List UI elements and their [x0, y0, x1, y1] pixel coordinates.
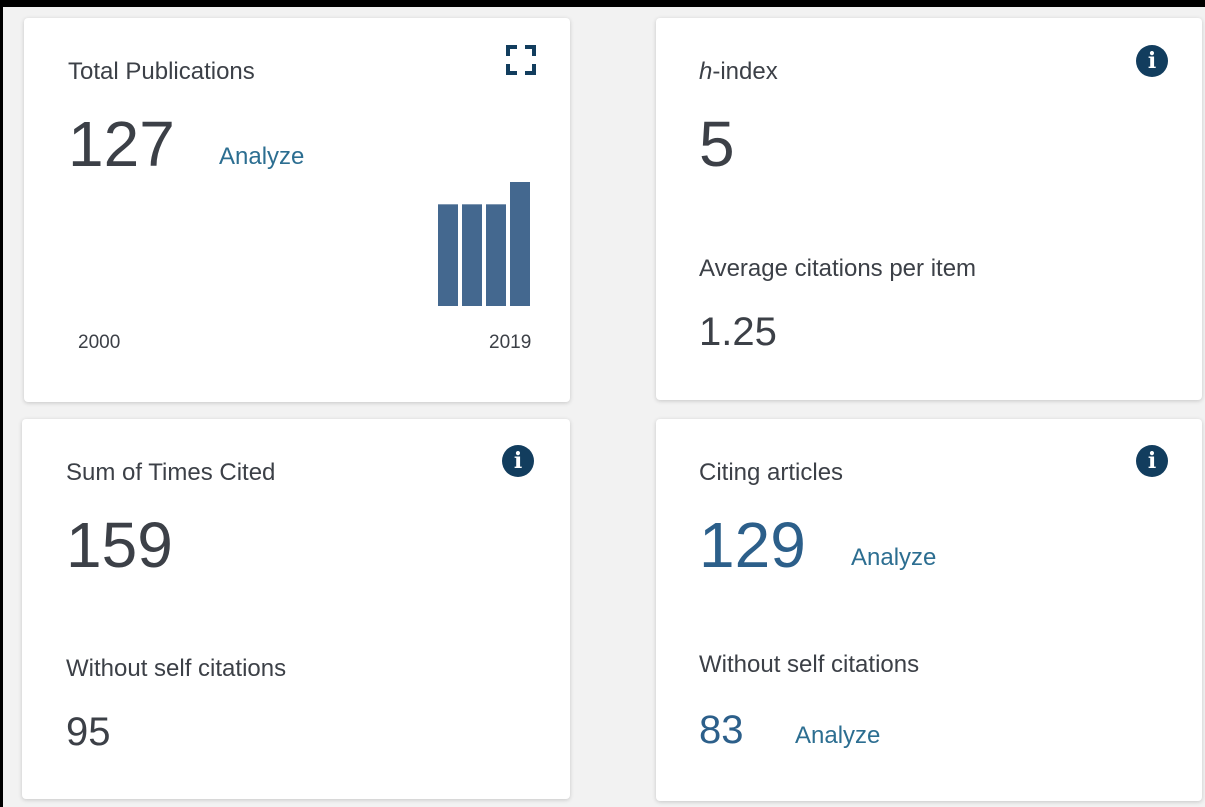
h-index-card: h-index i 5 Average citations per item 1… [656, 18, 1202, 400]
sum-times-cited-value: 159 [66, 509, 173, 581]
window-border-left [0, 0, 3, 807]
info-icon[interactable]: i [502, 445, 534, 477]
h-index-value: 5 [699, 108, 735, 180]
publication-bar [438, 204, 458, 306]
citing-articles-label: Citing articles [699, 459, 844, 486]
h-index-label: h-index [699, 58, 778, 86]
chart-end-year-label: 2019 [489, 332, 532, 353]
total-publications-label: Total Publications [68, 58, 255, 85]
h-index-label-italic: h [699, 58, 713, 85]
citing-without-self-label: Without self citations [699, 651, 920, 678]
citing-without-self-value-link[interactable]: 83 [699, 710, 744, 750]
info-icon[interactable]: i [1136, 445, 1168, 477]
expand-icon[interactable] [506, 45, 536, 75]
publication-bar [462, 204, 482, 306]
citing-articles-value-link[interactable]: 129 [699, 513, 806, 577]
citing-articles-card: Citing articles i 129 Analyze Without se… [656, 419, 1202, 801]
sum-times-cited-label: Sum of Times Cited [66, 459, 276, 486]
chart-start-year-label: 2000 [78, 332, 121, 353]
citing-articles-analyze-link[interactable]: Analyze [851, 544, 936, 572]
total-publications-analyze-link[interactable]: Analyze [219, 143, 304, 171]
publications-bar-chart [438, 182, 530, 306]
average-citations-label: Average citations per item [699, 255, 977, 282]
total-publications-card: Total Publications 127 Analyze 2000 2019 [24, 18, 570, 402]
info-icon[interactable]: i [1136, 45, 1168, 77]
window-border-top [0, 0, 1205, 7]
sum-times-cited-card: Sum of Times Cited i 159 Without self ci… [22, 419, 570, 799]
h-index-label-rest: -index [712, 58, 778, 85]
without-self-citations-label: Without self citations [66, 655, 287, 682]
total-publications-value: 127 [68, 108, 175, 180]
citing-without-self-analyze-link[interactable]: Analyze [795, 722, 880, 750]
average-citations-value: 1.25 [699, 310, 777, 354]
publication-bar [510, 182, 530, 306]
without-self-citations-value: 95 [66, 710, 111, 754]
publication-bar [486, 204, 506, 306]
